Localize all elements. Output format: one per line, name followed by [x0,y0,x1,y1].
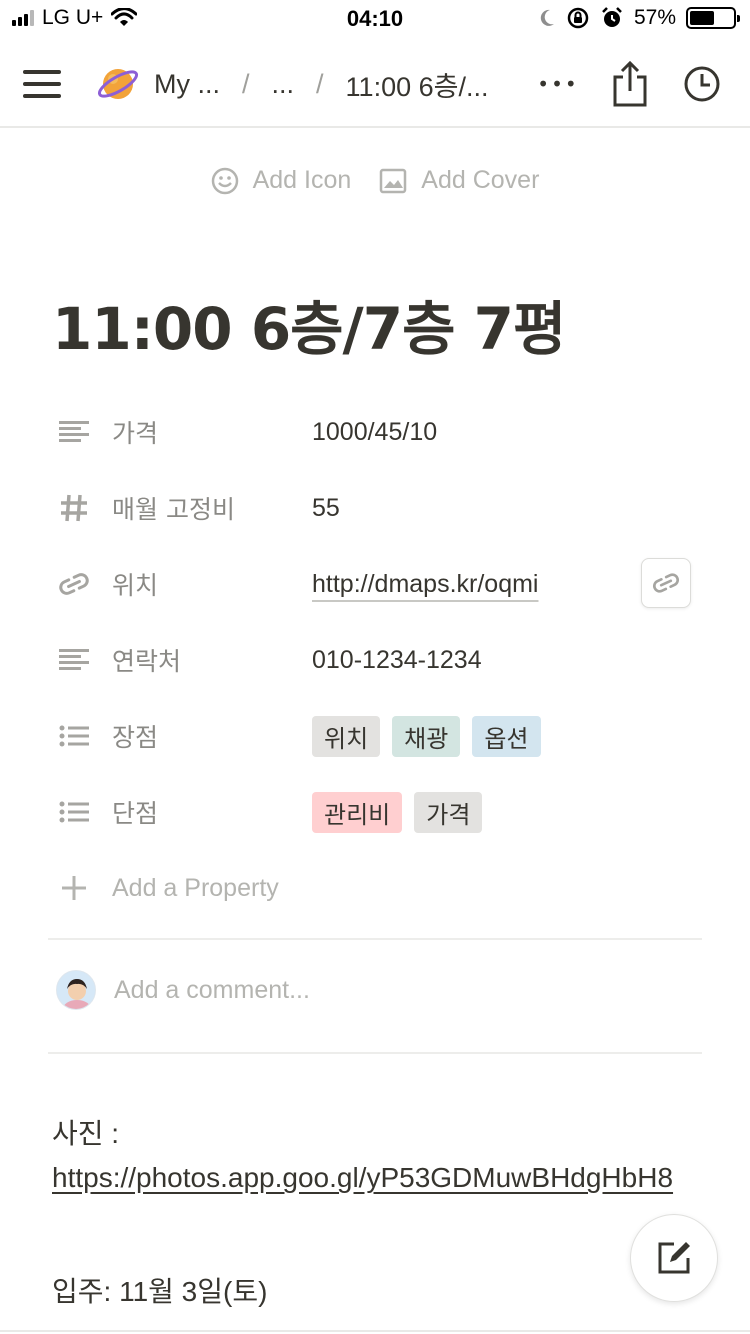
image-icon [380,168,407,193]
property-name: 위치 [112,571,159,600]
add-cover-label: Add Cover [421,166,540,194]
property-row-pros[interactable]: 장점 위치 채광 옵션 [52,698,702,774]
link-icon [653,573,679,593]
tag-pill[interactable]: 위치 [312,715,381,757]
property-name: 매월 고정비 [112,495,235,524]
tag-pill[interactable]: 가격 [414,791,483,833]
clock-icon [684,66,720,102]
breadcrumb-workspace[interactable]: My ... [154,69,220,100]
property-row-cons[interactable]: 단점 관리비 가격 [52,774,702,850]
share-button[interactable] [606,61,654,107]
page-title[interactable]: 11:00 6층/7층 7평 [52,282,566,366]
planet-icon [97,69,139,99]
history-button[interactable] [678,62,726,106]
open-link-button[interactable] [641,558,691,608]
property-row-monthly-fee[interactable]: 매월 고정비 55 [52,470,702,546]
add-icon-label: Add Icon [252,166,352,194]
compose-icon [658,1242,690,1274]
page-actions: Add Icon Add Cover [0,166,750,195]
comment-placeholder: Add a comment... [114,975,310,1004]
moon-icon [540,9,554,26]
tag-pill[interactable]: 관리비 [312,791,403,833]
property-value-link[interactable]: http://dmaps.kr/oqmi [312,570,538,599]
breadcrumb-current-page[interactable]: 11:00 6층/... [346,65,489,104]
breadcrumb-separator: / [316,68,324,99]
top-navbar: My ... / ... / 11:00 6층/... ••• [0,48,750,128]
property-value[interactable]: 010-1234-1234 [312,646,482,675]
comment-input[interactable]: Add a comment... [56,970,310,1010]
url-link-icon [52,566,96,602]
property-row-contact[interactable]: 연락처 010-1234-1234 [52,622,702,698]
property-tags[interactable]: 관리비 가격 [312,791,483,833]
more-horizontal-icon: ••• [537,72,579,96]
divider [48,938,702,940]
menu-icon[interactable] [22,66,62,102]
edit-fab-button[interactable] [630,1214,718,1302]
multi-select-list-icon [52,794,96,830]
property-name: 단점 [112,799,159,828]
breadcrumb: My ... / ... / 11:00 6층/... [96,64,488,104]
add-property-label: Add a Property [112,873,279,902]
property-value[interactable]: 1000/45/10 [312,418,437,447]
multi-select-list-icon [52,718,96,754]
property-name: 가격 [112,419,159,448]
avatar [56,970,96,1010]
tag-pill[interactable]: 채광 [392,715,461,757]
property-name: 연락처 [112,647,182,676]
text-lines-icon [52,414,96,450]
status-right: 57% [538,6,740,30]
bottom-divider [0,1330,750,1332]
add-property-button[interactable]: Add a Property [52,850,702,926]
text-lines-icon [52,642,96,678]
plus-icon [52,870,96,906]
property-value[interactable]: 55 [312,494,340,523]
battery-icon [686,7,740,29]
property-tags[interactable]: 위치 채광 옵션 [312,715,541,757]
battery-percent: 57% [633,6,676,29]
add-icon-button[interactable]: Add Icon [211,166,352,195]
smiley-icon [211,167,238,194]
orientation-lock-icon [567,7,589,29]
breadcrumb-middle[interactable]: ... [272,69,295,100]
alarm-icon [602,7,622,27]
tag-pill[interactable]: 옵션 [472,715,541,757]
breadcrumb-separator: / [242,68,250,99]
status-bar: LG U+ 04:10 57% [0,0,750,40]
property-row-location[interactable]: 위치 http://dmaps.kr/oqmi [52,546,702,622]
number-hash-icon [52,490,96,526]
properties-list: 가격 1000/45/10 매월 고정비 55 위치 http://dmaps.… [52,394,702,926]
add-cover-button[interactable]: Add Cover [379,166,539,195]
battery-fill [690,11,714,25]
property-name: 장점 [112,723,159,752]
photo-label: 사진 : [52,1118,120,1149]
property-row-price[interactable]: 가격 1000/45/10 [52,394,702,470]
photo-url-link[interactable]: https://photos.app.goo.gl/yP53GDMuwBHdgH… [52,1154,692,1202]
share-icon [613,61,647,107]
more-options-button[interactable]: ••• [530,62,586,106]
divider [48,1052,702,1054]
move-in-text: 입주: 11월 3일(토) [52,1276,268,1307]
